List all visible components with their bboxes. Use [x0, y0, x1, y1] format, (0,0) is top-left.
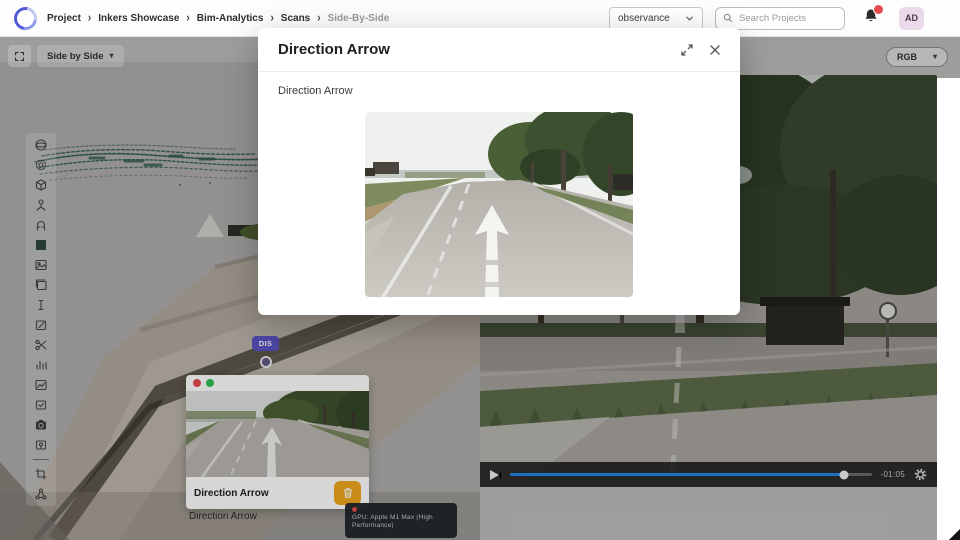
direction-arrow-image	[365, 112, 633, 297]
expand-icon	[680, 43, 694, 57]
breadcrumb-separator: ›	[270, 12, 273, 25]
workspace-dropdown[interactable]: observance	[609, 7, 703, 30]
breadcrumb-item[interactable]: Bim-Analytics	[197, 13, 264, 24]
notifications-button[interactable]	[863, 8, 879, 29]
divider	[258, 71, 740, 72]
breadcrumb-separator: ›	[317, 12, 320, 25]
inkers-logo-icon[interactable]	[9, 2, 41, 34]
avatar[interactable]: AD	[899, 7, 924, 30]
chevron-down-icon	[685, 14, 694, 23]
notification-badge	[873, 4, 884, 15]
breadcrumb-item: Side-By-Side	[328, 13, 390, 24]
road-photo	[365, 112, 633, 297]
search-box	[715, 7, 845, 30]
breadcrumb-item[interactable]: Scans	[281, 13, 310, 24]
app-window: -01:05 DIS	[0, 0, 960, 540]
breadcrumb: Project › Inkers Showcase › Bim-Analytics › Sc…	[47, 13, 389, 24]
expand-button[interactable]	[678, 41, 696, 59]
search-input[interactable]	[737, 12, 831, 25]
close-button[interactable]	[706, 41, 724, 59]
modal-title: Direction Arrow	[278, 41, 390, 58]
direction-arrow-dialog: Direction Arrow Direction Arrow	[258, 28, 740, 315]
workspace-label: observance	[618, 13, 670, 24]
breadcrumb-separator: ›	[186, 12, 189, 25]
breadcrumb-item[interactable]: Project	[47, 13, 81, 24]
breadcrumb-item[interactable]: Inkers Showcase	[98, 13, 179, 24]
close-icon	[709, 44, 721, 56]
page-gutter	[937, 78, 960, 540]
modal-header: Direction Arrow	[258, 28, 740, 71]
search-icon	[723, 13, 733, 23]
image-label: Direction Arrow	[278, 85, 740, 97]
breadcrumb-separator: ›	[88, 12, 91, 25]
